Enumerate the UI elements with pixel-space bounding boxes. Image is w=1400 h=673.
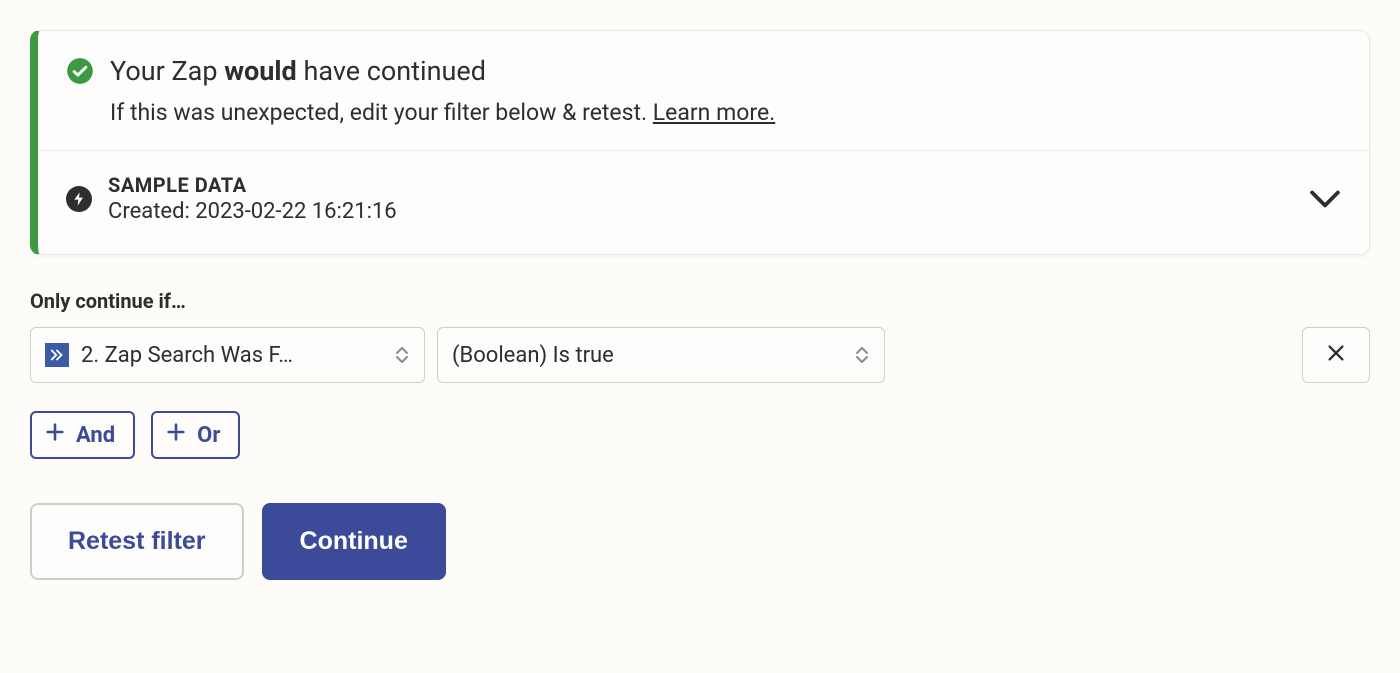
up-down-chevron-icon — [394, 347, 410, 363]
alert-heading-row: Your Zap would have continued — [66, 55, 1341, 87]
up-down-chevron-icon — [854, 347, 870, 363]
filter-section-label: Only continue if… — [30, 289, 1370, 313]
filter-result-card: Your Zap would have continued If this wa… — [30, 30, 1370, 255]
chevron-down-icon[interactable] — [1309, 189, 1341, 209]
sample-created-value: 2023-02-22 16:21:16 — [195, 199, 396, 224]
action-buttons-row: Retest filter Continue — [30, 503, 1370, 580]
spacer — [897, 327, 1290, 383]
retest-filter-button[interactable]: Retest filter — [30, 503, 244, 580]
check-circle-icon — [66, 57, 94, 85]
alert-heading-bold: would — [224, 55, 297, 87]
sample-data-text: SAMPLE DATA Created: 2023-02-22 16:21:16 — [108, 173, 1293, 224]
close-icon — [1325, 342, 1347, 368]
remove-condition-button[interactable] — [1302, 327, 1370, 383]
alert-heading-suffix: have continued — [297, 55, 486, 87]
sample-data-section[interactable]: SAMPLE DATA Created: 2023-02-22 16:21:16 — [38, 151, 1369, 254]
filter-field-label: 2. Zap Search Was F… — [81, 343, 382, 368]
bolt-icon — [66, 186, 92, 212]
sample-created-prefix: Created: — [108, 199, 195, 224]
alert-subtext-prefix: If this was unexpected, edit your filter… — [110, 99, 653, 126]
plus-icon — [44, 421, 66, 449]
logic-buttons-row: And Or — [30, 411, 1370, 459]
alert-heading: Your Zap would have continued — [110, 55, 486, 87]
continue-button[interactable]: Continue — [262, 503, 446, 580]
zap-step-chevrons-icon — [45, 343, 69, 367]
plus-icon — [165, 421, 187, 449]
learn-more-link[interactable]: Learn more. — [653, 99, 775, 126]
sample-data-created: Created: 2023-02-22 16:21:16 — [108, 199, 1293, 224]
alert-heading-prefix: Your Zap — [110, 55, 224, 87]
alert-subtext: If this was unexpected, edit your filter… — [110, 99, 1341, 126]
add-and-button[interactable]: And — [30, 411, 135, 459]
filter-operator-select[interactable]: (Boolean) Is true — [437, 327, 885, 383]
or-button-label: Or — [197, 423, 220, 448]
sample-data-title: SAMPLE DATA — [108, 173, 1293, 197]
and-button-label: And — [76, 423, 115, 448]
filter-operator-label: (Boolean) Is true — [452, 343, 842, 368]
filter-field-select[interactable]: 2. Zap Search Was F… — [30, 327, 425, 383]
filter-condition-row: 2. Zap Search Was F… (Boolean) Is true — [30, 327, 1370, 383]
alert-section: Your Zap would have continued If this wa… — [38, 31, 1369, 151]
add-or-button[interactable]: Or — [151, 411, 240, 459]
